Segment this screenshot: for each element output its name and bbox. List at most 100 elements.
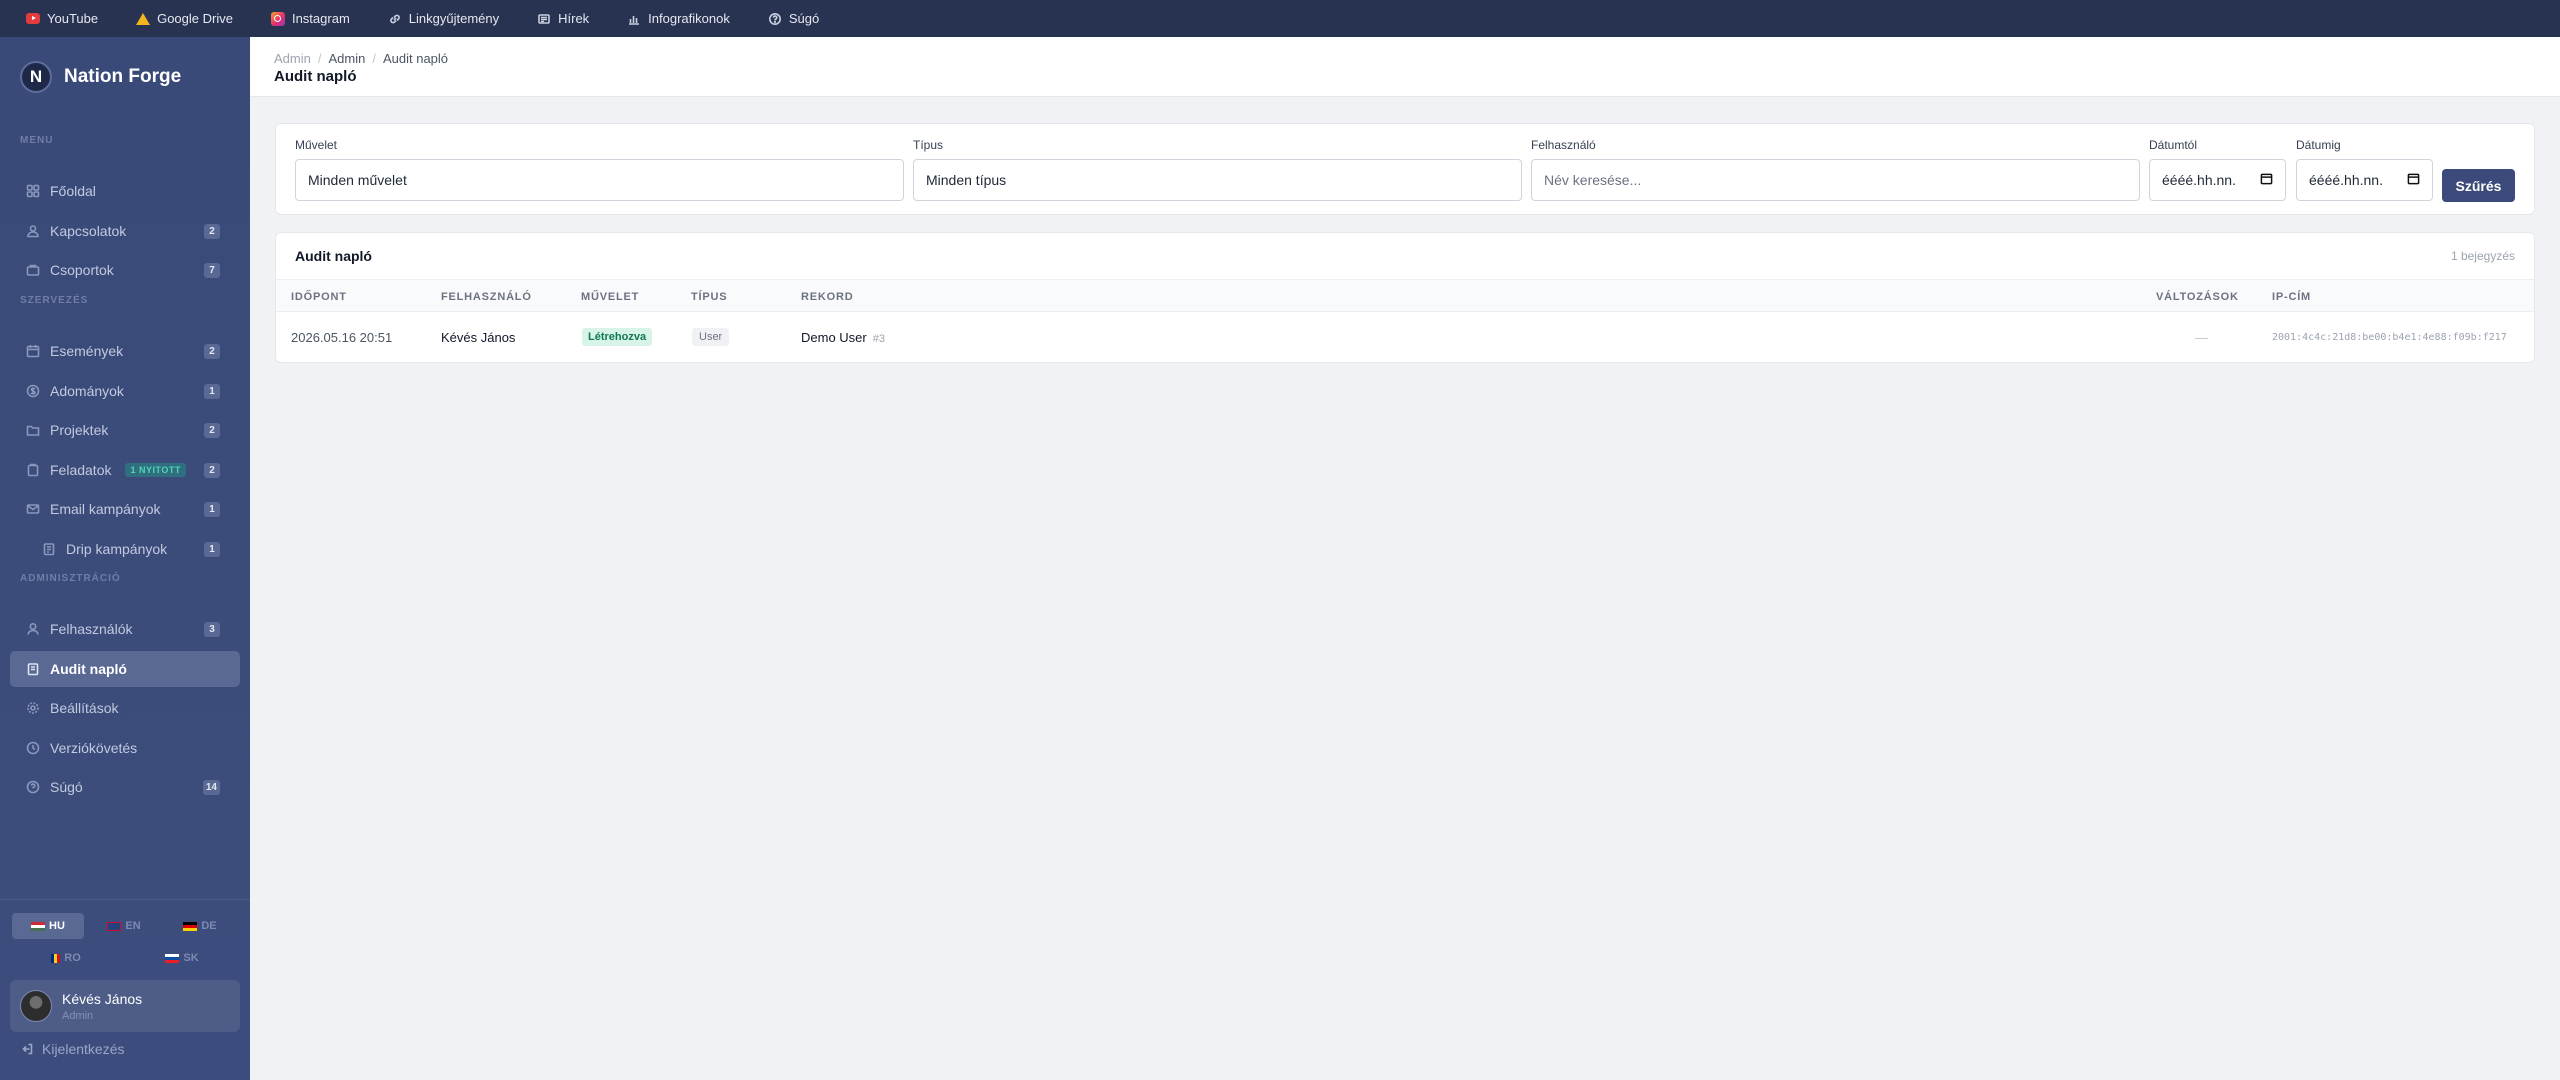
- flag-ro-icon: [51, 953, 61, 963]
- chart-icon: [627, 12, 641, 26]
- filter-submit-button[interactable]: Szűrés: [2442, 169, 2515, 202]
- bookmark-news[interactable]: Hírek: [537, 11, 589, 26]
- sidebar-item-contacts[interactable]: Kapcsolatok 2: [10, 213, 240, 249]
- breadcrumb: Admin / Admin / Audit napló: [274, 51, 449, 66]
- date-to-input[interactable]: éééé.hh.nn.: [2296, 159, 2433, 201]
- bookmark-links[interactable]: Linkgyűjtemény: [388, 11, 499, 26]
- sidebar-item-help[interactable]: Súgó 14: [10, 769, 240, 805]
- sidebar-item-tasks[interactable]: Feladatok 1 NYITOTT 2: [10, 452, 240, 488]
- filter-date-to-group: Dátumig éééé.hh.nn.: [2296, 138, 2433, 201]
- logout-link[interactable]: Kijelentkezés: [20, 1041, 125, 1057]
- bookmark-google-drive[interactable]: Google Drive: [136, 11, 233, 26]
- filter-action-group: Művelet Minden művelet: [295, 138, 904, 201]
- tasks-open-tag: 1 NYITOTT: [125, 463, 186, 477]
- sidebar-item-versioning[interactable]: Verziókövetés: [10, 730, 240, 766]
- badge-help: 14: [202, 779, 220, 795]
- entry-count: 1 bejegyzés: [2450, 249, 2515, 263]
- filter-panel: Művelet Minden művelet Típus Minden típu…: [275, 123, 2535, 215]
- badge-events: 2: [204, 343, 220, 359]
- badge-projects: 2: [204, 422, 220, 438]
- breadcrumb-item-admin[interactable]: Admin: [328, 51, 365, 66]
- action-select[interactable]: Minden művelet: [295, 159, 904, 201]
- brand[interactable]: N Nation Forge: [20, 61, 181, 93]
- sidebar-item-audit-log[interactable]: Audit napló: [10, 651, 240, 687]
- filter-type-label: Típus: [913, 138, 944, 152]
- sidebar-item-drip-campaigns[interactable]: Drip kampányok 1: [26, 531, 240, 567]
- logout-icon: [22, 1043, 33, 1055]
- cell-record[interactable]: Demo User #3: [801, 330, 885, 345]
- sidebar-item-groups[interactable]: Csoportok 7: [10, 252, 240, 288]
- col-user: FELHASZNÁLÓ: [441, 291, 532, 303]
- language-en[interactable]: EN: [88, 913, 160, 939]
- sidebar-item-home[interactable]: Főoldal: [10, 173, 240, 209]
- filter-date-to-label: Dátumig: [2296, 138, 2341, 152]
- instagram-icon: [270, 11, 285, 26]
- sidebar-item-donations[interactable]: Adományok 1: [10, 373, 240, 409]
- flag-sk-icon: [165, 953, 180, 963]
- mail-icon: [26, 502, 40, 516]
- sidebar: N Nation Forge MENU Főoldal Kapcsolatok …: [0, 37, 250, 1080]
- language-hu[interactable]: HU: [12, 913, 84, 939]
- table-header: IDŐPONT FELHASZNÁLÓ MŰVELET TÍPUS REKORD…: [276, 279, 2534, 312]
- table-row[interactable]: 2026.05.16 20:51 Kévés János Létrehozva …: [276, 313, 2534, 362]
- table-title: Audit napló: [295, 248, 372, 264]
- help-icon: [768, 12, 782, 26]
- badge-users: 3: [204, 621, 220, 637]
- folder-icon: [26, 423, 40, 437]
- section-admin: ADMINISZTRÁCIÓ: [20, 573, 121, 584]
- user-search-input[interactable]: Név keresése...: [1531, 159, 2140, 201]
- section-org: SZERVEZÉS: [20, 295, 89, 306]
- sidebar-item-users[interactable]: Felhasználók 3: [10, 611, 240, 647]
- gear-icon: [26, 701, 40, 715]
- cell-time: 2026.05.16 20:51: [291, 330, 393, 345]
- language-sk[interactable]: SK: [146, 945, 218, 971]
- calendar-icon[interactable]: [2260, 172, 2273, 188]
- filter-type-group: Típus Minden típus: [913, 138, 1522, 201]
- record-id: #3: [872, 333, 885, 345]
- groups-icon: [26, 263, 40, 277]
- sidebar-divider: [0, 899, 250, 900]
- calendar-icon[interactable]: [2407, 172, 2420, 188]
- filter-date-from-label: Dátumtól: [2149, 138, 2198, 152]
- bookmark-infographics[interactable]: Infografikonok: [627, 11, 730, 26]
- news-icon: [537, 12, 551, 26]
- flag-uk-icon: [107, 921, 122, 931]
- sidebar-item-settings[interactable]: Beállítások: [10, 690, 240, 726]
- badge-email-campaigns: 1: [204, 501, 220, 517]
- sidebar-item-events[interactable]: Események 2: [10, 333, 240, 369]
- flag-de-icon: [183, 921, 198, 931]
- page-title: Audit napló: [274, 68, 357, 85]
- bookmark-youtube[interactable]: YouTube: [26, 11, 98, 26]
- bookmark-instagram[interactable]: Instagram: [270, 11, 350, 26]
- clipboard-icon: [26, 463, 40, 477]
- badge-groups: 7: [204, 262, 220, 278]
- badge-drip-campaigns: 1: [204, 541, 220, 557]
- date-from-input[interactable]: éééé.hh.nn.: [2149, 159, 2286, 201]
- audit-log-table: Audit napló 1 bejegyzés IDŐPONT FELHASZN…: [275, 232, 2535, 363]
- sidebar-item-email-campaigns[interactable]: Email kampányok 1: [10, 491, 240, 527]
- language-de[interactable]: DE: [164, 913, 236, 939]
- history-icon: [26, 741, 40, 755]
- type-badge: User: [692, 328, 730, 346]
- flag-hu-icon: [31, 921, 46, 931]
- brand-logo: N: [20, 61, 52, 93]
- page-header: Admin / Admin / Audit napló Audit napló: [250, 37, 2560, 97]
- col-changes: VÁLTOZÁSOK: [2156, 291, 2239, 303]
- user-icon: [26, 622, 40, 636]
- language-ro[interactable]: RO: [30, 945, 102, 971]
- user-card[interactable]: Kévés János Admin: [10, 980, 240, 1032]
- coin-icon: [26, 384, 40, 398]
- user-name: Kévés János: [62, 990, 143, 1007]
- type-select[interactable]: Minden típus: [913, 159, 1522, 201]
- breadcrumb-item-current: Audit napló: [382, 51, 449, 66]
- bookmark-help[interactable]: Súgó: [768, 11, 819, 26]
- audit-icon: [26, 662, 40, 676]
- badge-contacts: 2: [204, 223, 220, 239]
- filter-user-group: Felhasználó Név keresése...: [1531, 138, 2140, 201]
- calendar-icon: [26, 344, 40, 358]
- bookmarks-bar: YouTube Google Drive Instagram Linkgyűjt…: [0, 0, 2560, 37]
- sidebar-item-projects[interactable]: Projektek 2: [10, 412, 240, 448]
- breadcrumb-item-root[interactable]: Admin: [274, 51, 311, 66]
- filter-user-label: Felhasználó: [1531, 138, 1596, 152]
- col-time: IDŐPONT: [291, 291, 347, 303]
